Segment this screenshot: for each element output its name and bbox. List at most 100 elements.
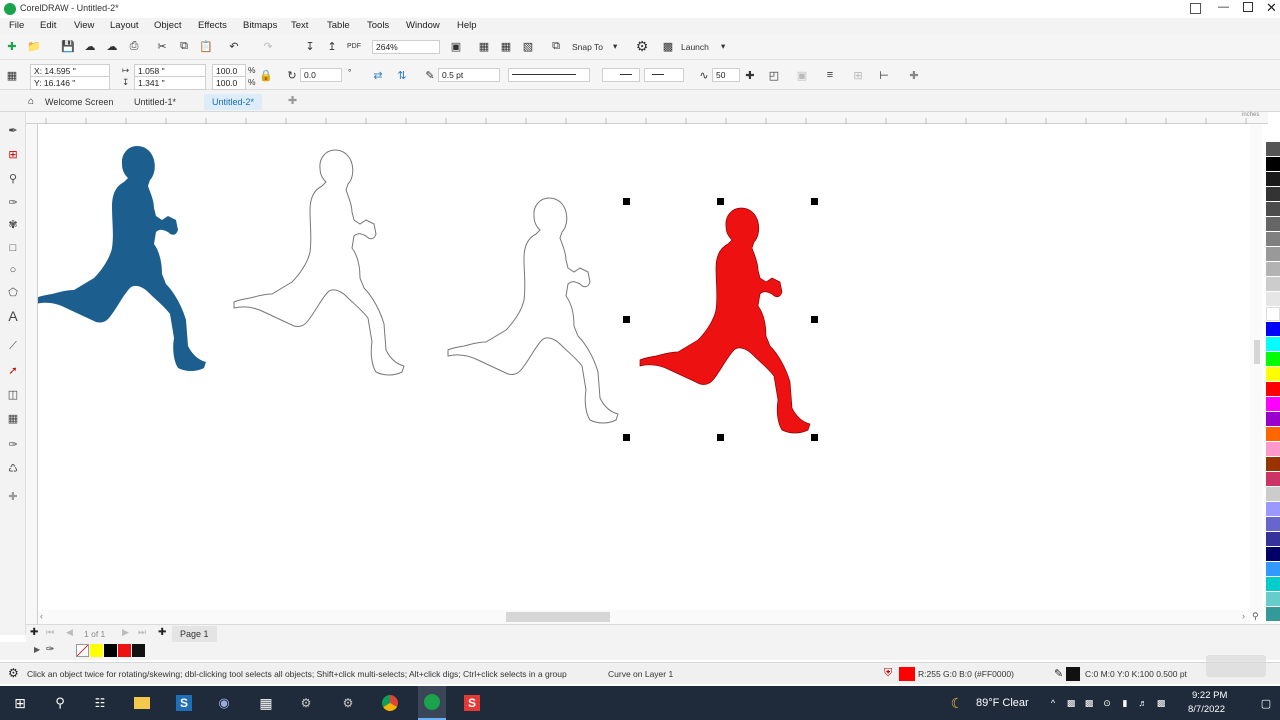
- show-guidelines-icon[interactable]: ▧: [520, 38, 536, 54]
- palette-swatch[interactable]: [1266, 142, 1280, 156]
- zoom-corner-icon[interactable]: ⚲: [1252, 611, 1259, 622]
- menu-table[interactable]: Table: [327, 20, 350, 31]
- palette-swatch[interactable]: [1266, 457, 1280, 471]
- palette-swatch[interactable]: [1266, 292, 1280, 306]
- menu-view[interactable]: View: [74, 20, 94, 31]
- cloud-download-icon[interactable]: ☁: [104, 38, 120, 54]
- cloud-upload-icon[interactable]: ☁: [82, 38, 98, 54]
- palette-swatch[interactable]: [1266, 562, 1280, 576]
- palette-swatch[interactable]: [1266, 262, 1280, 276]
- show-rulers-icon[interactable]: ▦: [476, 38, 492, 54]
- next-page-icon[interactable]: ▶: [122, 627, 129, 638]
- chrome-icon[interactable]: [378, 686, 402, 720]
- palette-swatch[interactable]: [1266, 502, 1280, 516]
- status-gear-icon[interactable]: ⚙: [8, 666, 19, 680]
- transparency-tool-icon[interactable]: ◫: [4, 385, 22, 403]
- options-gear-icon[interactable]: ⚙: [634, 38, 650, 54]
- drawing-canvas[interactable]: [38, 124, 1256, 610]
- minimize-button[interactable]: —: [1218, 1, 1229, 13]
- outline-color-swatch[interactable]: [1066, 667, 1080, 681]
- paste-icon[interactable]: 📋: [198, 38, 214, 54]
- vertical-scrollbar[interactable]: [1250, 124, 1262, 614]
- freehand-tool-icon[interactable]: ✑: [4, 193, 22, 211]
- new-document-icon[interactable]: ✚: [4, 38, 20, 54]
- tray-language-icon[interactable]: ▩: [1154, 686, 1168, 720]
- palette-swatch[interactable]: [1266, 172, 1280, 186]
- swatch-none[interactable]: [76, 644, 89, 657]
- close-curve-icon[interactable]: ◰: [766, 67, 782, 83]
- extract-subpath-icon[interactable]: ▣: [794, 67, 810, 83]
- connector-tool-icon[interactable]: ➚: [4, 361, 22, 379]
- close-button[interactable]: ✕: [1266, 0, 1277, 16]
- horizontal-scroll-thumb[interactable]: [506, 612, 610, 622]
- palette-swatch[interactable]: [1266, 232, 1280, 246]
- launch-dropdown[interactable]: Launch: [681, 42, 709, 52]
- tray-network-icon[interactable]: ▩: [1082, 686, 1096, 720]
- new-tab-icon[interactable]: ✚: [288, 94, 297, 107]
- palette-swatch[interactable]: [1266, 157, 1280, 171]
- page-tab-1[interactable]: Page 1: [172, 626, 217, 642]
- runner-outline-2[interactable]: [447, 197, 619, 424]
- palette-swatch[interactable]: [1266, 442, 1280, 456]
- end-arrowhead-selector[interactable]: [644, 68, 684, 82]
- crop-tool-icon[interactable]: ⊞: [4, 145, 22, 163]
- palette-swatch[interactable]: [1266, 517, 1280, 531]
- app-s-icon[interactable]: S: [172, 686, 196, 720]
- palette-swatch[interactable]: [1266, 547, 1280, 561]
- selection-handle-bc[interactable]: [717, 434, 724, 441]
- palette-swatch[interactable]: [1266, 187, 1280, 201]
- palette-swatch[interactable]: [1266, 577, 1280, 591]
- app-tool-icon[interactable]: ⚙: [336, 686, 360, 720]
- palette-swatch[interactable]: [1266, 382, 1280, 396]
- menu-window[interactable]: Window: [406, 20, 440, 31]
- export-icon[interactable]: ↥: [324, 38, 340, 54]
- selection-handle-tc[interactable]: [717, 198, 724, 205]
- swatch-red[interactable]: [118, 644, 131, 657]
- object-origin-icon[interactable]: ▦: [4, 67, 20, 83]
- runner-red-selected[interactable]: [639, 207, 811, 434]
- smoothing-plus-icon[interactable]: ✚: [742, 67, 758, 83]
- palette-eyedropper-icon[interactable]: ✑: [46, 644, 54, 655]
- menu-effects[interactable]: Effects: [198, 20, 227, 31]
- text-tool-icon[interactable]: A: [4, 307, 22, 325]
- align-distribute-icon[interactable]: ⊢: [876, 67, 892, 83]
- curve-smoothing-field[interactable]: 50: [712, 68, 740, 82]
- polygon-tool-icon[interactable]: ⬠: [4, 283, 22, 301]
- search-icon[interactable]: ⚲: [48, 686, 72, 720]
- menu-tools[interactable]: Tools: [367, 20, 389, 31]
- palette-swatch[interactable]: [1266, 427, 1280, 441]
- first-page-icon[interactable]: ⏮: [46, 627, 54, 638]
- selection-handle-tr[interactable]: [811, 198, 818, 205]
- mirror-vertical-icon[interactable]: ⇅: [394, 67, 410, 83]
- artistic-media-icon[interactable]: ✾: [4, 215, 22, 233]
- menu-help[interactable]: Help: [457, 20, 477, 31]
- full-screen-preview-icon[interactable]: ▣: [448, 38, 464, 54]
- menu-object[interactable]: Object: [154, 20, 181, 31]
- palette-swatch[interactable]: [1266, 367, 1280, 381]
- snap-to-chevron-icon[interactable]: ▾: [613, 41, 617, 52]
- show-grid-icon[interactable]: ▦: [498, 38, 514, 54]
- eyedropper-tool-icon[interactable]: ✑: [4, 435, 22, 453]
- cut-icon[interactable]: ✂: [154, 38, 170, 54]
- import-icon[interactable]: ↧: [302, 38, 318, 54]
- palette-swatch[interactable]: [1266, 472, 1280, 486]
- tray-battery-icon[interactable]: ▮: [1118, 686, 1132, 720]
- fill-color-swatch[interactable]: [899, 667, 915, 681]
- clock-time[interactable]: 9:22 PM: [1192, 690, 1227, 701]
- selection-handle-ml[interactable]: [623, 316, 630, 323]
- lock-ratio-icon[interactable]: 🔒: [258, 67, 274, 83]
- palette-swatch[interactable]: [1266, 592, 1280, 606]
- app-qr-icon[interactable]: ▦: [254, 686, 278, 720]
- redo-icon[interactable]: ↷: [260, 38, 276, 54]
- quick-trace-icon[interactable]: ⊞: [850, 67, 866, 83]
- task-view-icon[interactable]: ☷: [88, 686, 112, 720]
- menu-edit[interactable]: Edit: [40, 20, 56, 31]
- print-icon[interactable]: ⎙: [126, 38, 142, 54]
- add-tool-icon[interactable]: ✚: [4, 487, 22, 505]
- interactive-fill-icon[interactable]: ▦: [4, 409, 22, 427]
- swatch-yellow[interactable]: [90, 644, 103, 657]
- palette-swatch[interactable]: [1266, 217, 1280, 231]
- runner-outline-1[interactable]: [233, 149, 405, 376]
- shape-tool-icon[interactable]: ✒: [4, 121, 22, 139]
- palette-expand-icon[interactable]: ▶: [34, 645, 40, 654]
